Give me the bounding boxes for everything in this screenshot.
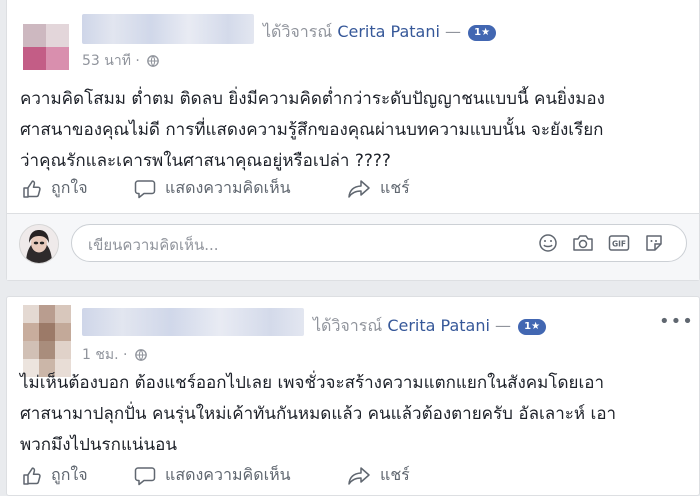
more-options-icon[interactable]: ••• bbox=[659, 313, 694, 331]
share-label: แชร์ bbox=[380, 465, 410, 484]
rating-badge: 1★ bbox=[518, 319, 547, 335]
comment-bubble-icon bbox=[134, 466, 156, 486]
page-link[interactable]: Cerita Patani bbox=[337, 22, 440, 41]
svg-text:GIF: GIF bbox=[612, 240, 626, 249]
like-label: ถูกใจ bbox=[51, 465, 88, 484]
like-button[interactable]: ถูกใจ bbox=[22, 176, 88, 201]
post-header: ได้วิจารณ์ Cerita Patani — 1★ bbox=[263, 20, 497, 45]
post-timestamp[interactable]: 1 ชม. bbox=[82, 347, 119, 363]
commented-label: ได้วิจารณ์ bbox=[263, 22, 333, 41]
post-body: ไม่เห็นต้องบอก ต้องแชร์ออกไปเลย เพจชั่วจ… bbox=[20, 373, 617, 455]
post-meta: 53 นาที · bbox=[82, 50, 160, 72]
comment-placeholder: เขียนความคิดเห็น... bbox=[88, 236, 219, 254]
gif-icon[interactable]: GIF bbox=[608, 233, 630, 257]
user-name-blurred[interactable] bbox=[82, 308, 304, 336]
share-button[interactable]: แชร์ bbox=[347, 176, 410, 201]
camera-icon[interactable] bbox=[572, 233, 594, 257]
comment-post-2: ได้วิจารณ์ Cerita Patani — 1★ ••• 1 ชม. … bbox=[6, 296, 700, 496]
commented-label: ได้วิจารณ์ bbox=[313, 316, 383, 335]
comment-label: แสดงความคิดเห็น bbox=[165, 465, 291, 484]
page-link[interactable]: Cerita Patani bbox=[387, 316, 490, 335]
rating-badge: 1★ bbox=[468, 25, 497, 41]
comment-input[interactable]: เขียนความคิดเห็น... GIF bbox=[71, 224, 687, 262]
globe-icon bbox=[135, 349, 147, 365]
emoji-icon[interactable] bbox=[538, 233, 558, 257]
current-user-avatar[interactable] bbox=[19, 224, 59, 264]
post-body: ความคิดโสมม ต่ำตม ติดลบ ยิ่งมีความคิดต่ำ… bbox=[20, 89, 605, 171]
comment-button[interactable]: แสดงความคิดเห็น bbox=[134, 176, 291, 201]
comment-label: แสดงความคิดเห็น bbox=[165, 178, 291, 197]
share-arrow-icon bbox=[347, 466, 371, 486]
share-arrow-icon bbox=[347, 179, 371, 199]
globe-icon bbox=[147, 55, 160, 71]
meta-dot: · bbox=[135, 53, 140, 69]
comment-post-1: ได้วิจารณ์ Cerita Patani — 1★ 53 นาที · … bbox=[6, 0, 700, 281]
user-name-blurred[interactable] bbox=[82, 14, 254, 44]
user-avatar-blurred[interactable] bbox=[23, 305, 71, 377]
post-timestamp[interactable]: 53 นาที bbox=[82, 53, 131, 69]
share-button[interactable]: แชร์ bbox=[347, 463, 410, 488]
like-thumb-icon bbox=[22, 466, 42, 486]
dash-separator: — bbox=[445, 22, 462, 41]
meta-dot: · bbox=[123, 347, 128, 363]
like-button[interactable]: ถูกใจ bbox=[22, 463, 88, 488]
sticker-icon[interactable] bbox=[644, 233, 664, 257]
post-header: ได้วิจารณ์ Cerita Patani — 1★ bbox=[313, 314, 547, 339]
comment-composer: เขียนความคิดเห็น... GIF bbox=[7, 214, 699, 280]
share-label: แชร์ bbox=[380, 178, 410, 197]
user-avatar-blurred[interactable] bbox=[23, 24, 69, 70]
post-meta: 1 ชม. · bbox=[82, 344, 147, 366]
comment-button[interactable]: แสดงความคิดเห็น bbox=[134, 463, 291, 488]
like-label: ถูกใจ bbox=[51, 178, 88, 197]
comment-bubble-icon bbox=[134, 179, 156, 199]
dash-separator: — bbox=[495, 316, 512, 335]
like-thumb-icon bbox=[22, 179, 42, 199]
